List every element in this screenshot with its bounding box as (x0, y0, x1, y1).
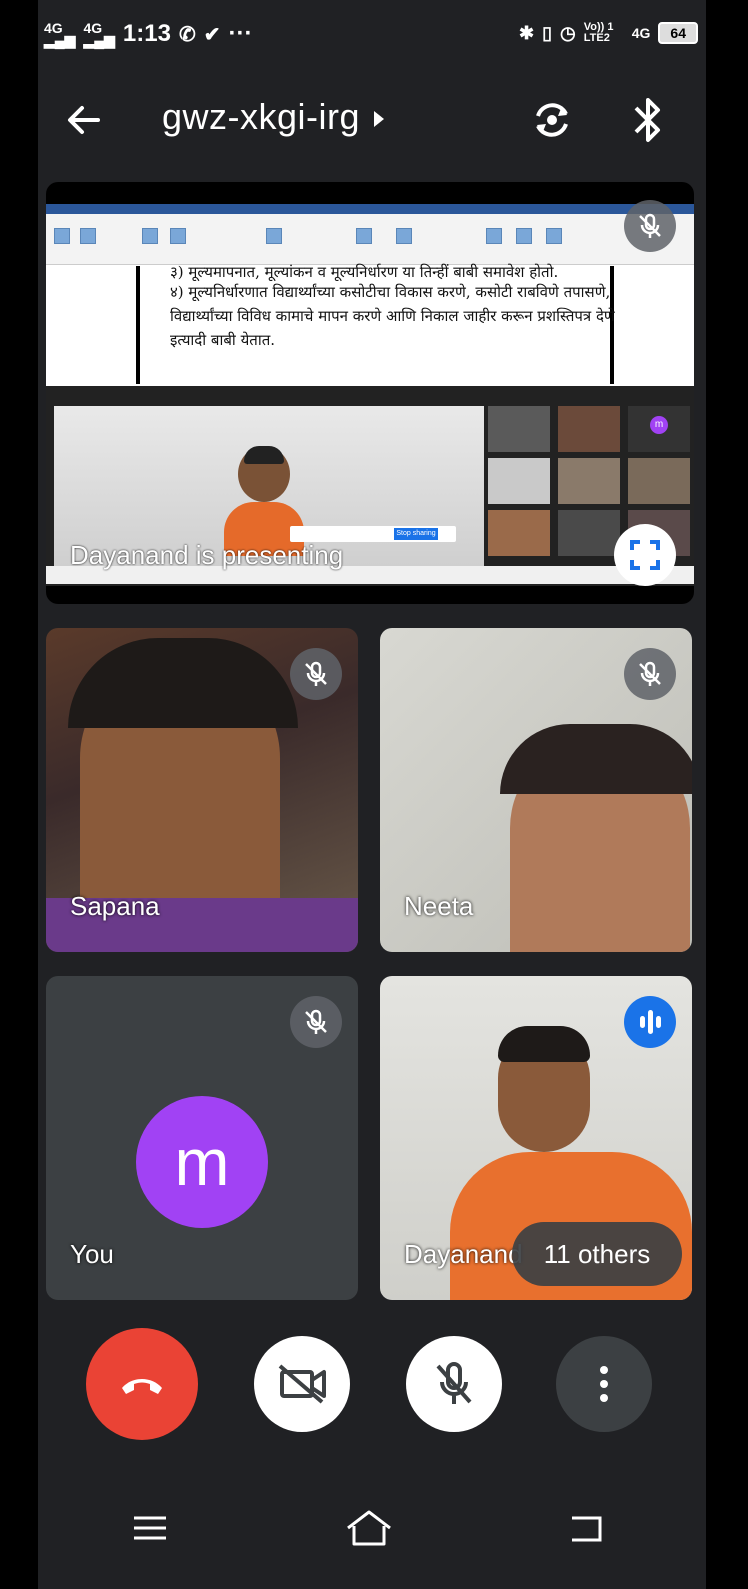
home-icon[interactable] (344, 1506, 394, 1550)
status-bar: 4G ▂▄▆ 4G ▂▄▆ 1:13 ✆ ✔ ··· ✱ ▯ ◷ Vo)) 1 LT… (38, 14, 706, 54)
thumbnail (488, 458, 550, 504)
chevron-right-icon (374, 111, 385, 128)
doc-line: विद्यार्थ्यांच्या विविध कामाचे मापन करणे… (170, 307, 615, 325)
stop-sharing-button[interactable]: Stop sharing (394, 528, 438, 540)
bluetooth-audio-icon[interactable] (630, 94, 666, 146)
participant-hair (68, 638, 298, 728)
meeting-code: gwz-xkgi-irg (162, 96, 361, 137)
word-title-bar (46, 204, 694, 214)
participant-hair (498, 1026, 590, 1062)
mic-muted-badge (290, 996, 342, 1048)
participant-tile-you[interactable]: m You (46, 976, 358, 1300)
shared-screen-document: ३) मूल्यमापनात, मूल्यांकन व मूल्यनिर्धार… (46, 204, 694, 398)
menu-icon[interactable] (130, 1508, 170, 1548)
mic-off-icon (305, 1009, 327, 1034)
more-notifications-icon: ··· (228, 20, 253, 47)
battery-icon: 64 (658, 22, 698, 44)
others-button[interactable]: 11 others (512, 1222, 682, 1286)
signal-icon-2: 4G ▂▄▆ (83, 20, 115, 48)
participant-tile-sapana[interactable]: Sapana (46, 628, 358, 952)
more-vert-icon (600, 1366, 608, 1402)
avatar-letter: m (174, 1125, 230, 1199)
camera-toggle-button[interactable] (254, 1336, 350, 1432)
mic-muted-badge (624, 648, 676, 700)
document-page: ३) मूल्यमापनात, मूल्यांकन व मूल्यनिर्धार… (136, 263, 615, 384)
system-nav-bar (38, 1480, 706, 1580)
participant-hair (500, 724, 692, 794)
presentation-tile[interactable]: ३) मूल्यमापनात, मूल्यांकन व मूल्यनिर्धार… (46, 182, 694, 604)
participant-name: Dayanand (404, 1239, 523, 1269)
mic-toggle-button[interactable] (406, 1336, 502, 1432)
thumbnail (488, 406, 550, 452)
speaking-indicator (624, 996, 676, 1048)
meeting-title[interactable]: gwz-xkgi-irg (162, 96, 385, 138)
status-right: ✱ ▯ ◷ Vo)) 1 LTE2 4G 64 (519, 22, 698, 44)
word-ribbon (46, 214, 694, 265)
thumbnail (558, 406, 620, 452)
alarm-icon: ◷ (560, 22, 576, 43)
back-nav-icon[interactable] (566, 1508, 606, 1548)
bluetooth-status-icon: ✱ (519, 22, 535, 43)
presenting-label: Dayanand is presenting (70, 540, 344, 570)
back-arrow-icon[interactable] (62, 98, 106, 142)
mic-muted-badge (624, 200, 676, 252)
doc-line: ३) मूल्यमापनात, मूल्यांकन व मूल्यनिर्धार… (170, 263, 559, 281)
more-options-button[interactable] (556, 1336, 652, 1432)
phone-hangup-icon (122, 1379, 162, 1394)
fullscreen-icon (630, 540, 660, 570)
thumbnail (558, 510, 620, 556)
thumbnail (558, 458, 620, 504)
network-right: 4G (631, 25, 651, 41)
participant-tile-dayanand[interactable]: Dayanand 11 others (380, 976, 692, 1300)
status-time: 1:13 (122, 20, 171, 47)
end-call-button[interactable] (86, 1328, 198, 1440)
switch-camera-icon[interactable] (528, 96, 576, 144)
fullscreen-button[interactable] (614, 524, 676, 586)
mic-off-icon (305, 661, 327, 686)
mic-muted-badge (290, 648, 342, 700)
audio-level-icon (640, 1010, 661, 1034)
vibrate-icon: ▯ (542, 22, 553, 43)
check-icon: ✔ (203, 23, 221, 46)
doc-line: इत्यादी बाबी येतात. (170, 331, 276, 349)
participant-name: Neeta (404, 891, 474, 921)
volte-label: Vo)) 1 LTE2 (583, 21, 614, 44)
thumbnail: m (628, 406, 690, 452)
doc-line: ४) मूल्यनिर्धारणात विद्यार्थ्यांच्या कसो… (170, 283, 611, 301)
thumbnail (488, 510, 550, 556)
mic-off-icon (436, 1362, 472, 1404)
participant-tile-neeta[interactable]: Neeta (380, 628, 692, 952)
thumbnail (628, 458, 690, 504)
avatar: m (136, 1096, 268, 1228)
signal-icon: 4G ▂▄▆ (44, 20, 76, 48)
participant-name: You (70, 1239, 114, 1269)
meet-app: 4G ▂▄▆ 4G ▂▄▆ 1:13 ✆ ✔ ··· ✱ ▯ ◷ Vo)) 1 LT… (38, 0, 706, 1589)
participant-name: Sapana (70, 891, 160, 921)
whatsapp-icon: ✆ (178, 23, 196, 46)
mic-off-icon (639, 661, 661, 686)
camera-off-icon (278, 1364, 326, 1404)
mic-off-icon (639, 213, 661, 238)
status-left: 4G ▂▄▆ 4G ▂▄▆ 1:13 ✆ ✔ ··· (44, 20, 252, 48)
top-bar: gwz-xkgi-irg (38, 90, 706, 150)
